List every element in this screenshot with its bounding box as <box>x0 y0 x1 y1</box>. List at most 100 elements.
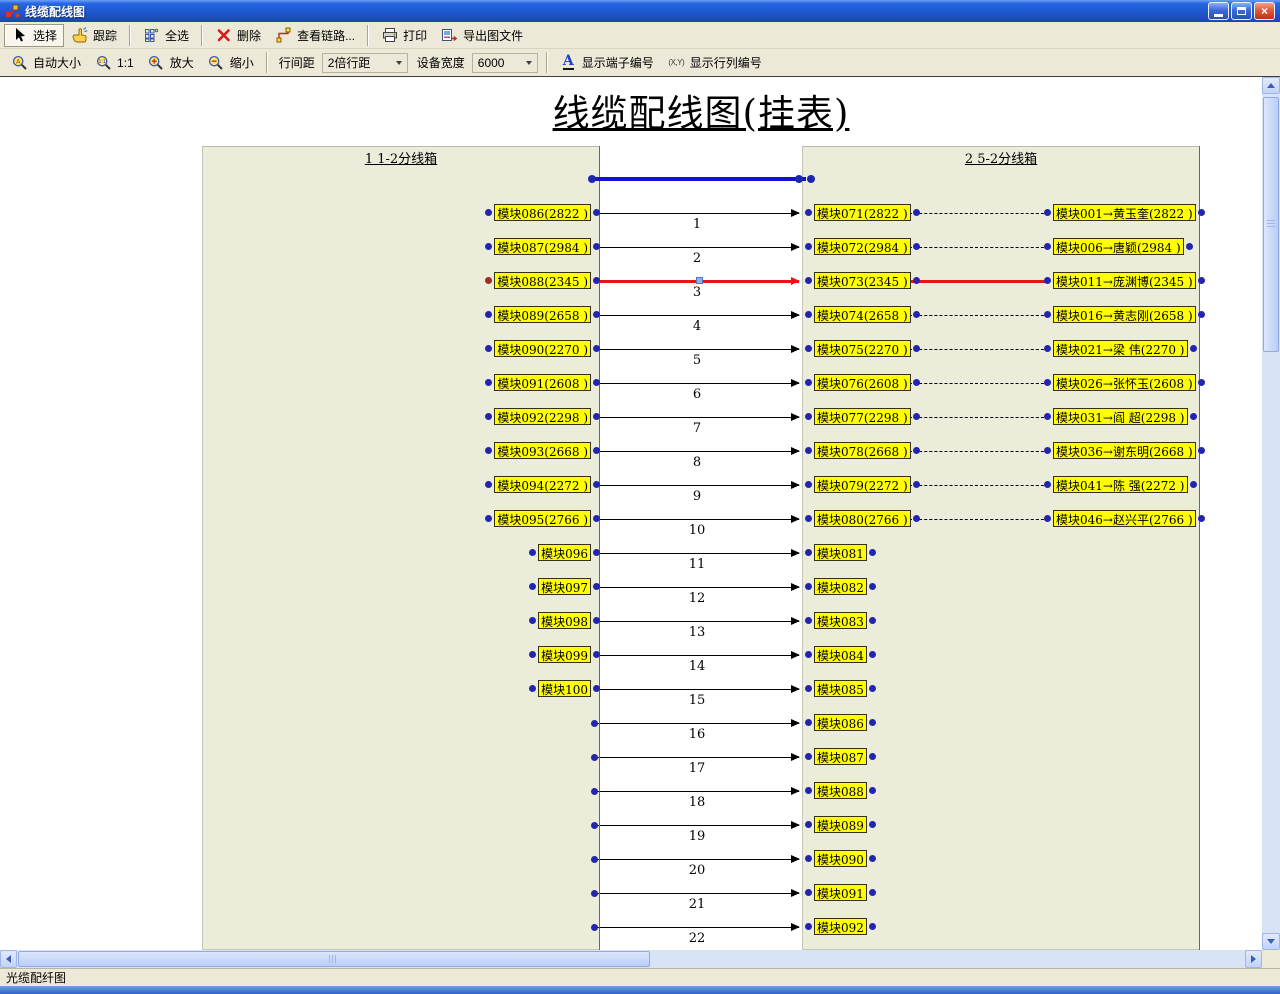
export-image-button[interactable]: 导出图文件 <box>434 24 530 47</box>
far-module-box[interactable]: 模块046→赵兴平(2766 ) <box>1053 510 1196 527</box>
restore-button[interactable] <box>1231 2 1252 20</box>
module-link-line[interactable] <box>909 451 1049 452</box>
chevron-down-icon[interactable] <box>392 54 407 72</box>
module-link-line[interactable] <box>909 315 1049 316</box>
left-module-box[interactable]: 模块089(2658 ) <box>494 306 591 323</box>
wire-line[interactable] <box>595 723 799 724</box>
scroll-up-button[interactable] <box>1262 77 1280 94</box>
module-link-line[interactable] <box>909 383 1049 384</box>
mid-module-box[interactable]: 模块074(2658 ) <box>814 306 911 323</box>
title-bar[interactable]: 线缆配线图 × <box>0 0 1280 22</box>
wire-line[interactable] <box>595 519 799 520</box>
select-button[interactable]: 选择 <box>4 24 64 47</box>
module-link-line[interactable] <box>909 247 1049 248</box>
left-module-box[interactable]: 模块093(2668 ) <box>494 442 591 459</box>
left-module-box[interactable]: 模块091(2608 ) <box>494 374 591 391</box>
wire-line[interactable] <box>595 383 799 384</box>
minimize-button[interactable] <box>1208 2 1229 20</box>
delete-button[interactable]: 删除 <box>208 24 268 47</box>
mid-module-box[interactable]: 模块088 <box>814 782 867 799</box>
mid-module-box[interactable]: 模块091 <box>814 884 867 901</box>
mid-module-box[interactable]: 模块085 <box>814 680 867 697</box>
wire-line[interactable] <box>595 315 799 316</box>
wire-line[interactable] <box>595 655 799 656</box>
far-module-box[interactable]: 模块031→阎 超(2298 ) <box>1053 408 1188 425</box>
wire-line[interactable] <box>595 247 799 248</box>
left-module-box[interactable]: 模块098 <box>538 612 591 629</box>
scroll-right-button[interactable] <box>1245 950 1262 968</box>
left-module-box[interactable]: 模块092(2298 ) <box>494 408 591 425</box>
module-link-line[interactable] <box>909 485 1049 486</box>
wire-line[interactable] <box>595 553 799 554</box>
mid-module-box[interactable]: 模块072(2984 ) <box>814 238 911 255</box>
far-module-box[interactable]: 模块006→唐颖(2984 ) <box>1053 238 1184 255</box>
far-module-box[interactable]: 模块001→黄玉奎(2822 ) <box>1053 204 1196 221</box>
diagram-canvas[interactable]: 线缆配线图(挂表) 1 1-2分线箱 2 5-2分线箱 模块086(2822 )… <box>0 77 1262 950</box>
wire-line[interactable] <box>595 621 799 622</box>
scroll-left-button[interactable] <box>0 950 17 968</box>
module-link-line[interactable] <box>909 349 1049 350</box>
wire-line[interactable] <box>595 451 799 452</box>
module-link-line[interactable] <box>909 417 1049 418</box>
far-module-box[interactable]: 模块021→梁 伟(2270 ) <box>1053 340 1188 357</box>
left-module-box[interactable]: 模块094(2272 ) <box>494 476 591 493</box>
far-module-box[interactable]: 模块026→张怀玉(2608 ) <box>1053 374 1196 391</box>
left-module-box[interactable]: 模块087(2984 ) <box>494 238 591 255</box>
show-rowcol-number-button[interactable]: (X,Y) 显示行列编号 <box>661 51 769 74</box>
far-module-box[interactable]: 模块041→陈 强(2272 ) <box>1053 476 1188 493</box>
selection-handle[interactable] <box>696 277 703 284</box>
track-button[interactable]: 跟踪 <box>64 24 124 47</box>
module-link-line[interactable] <box>909 519 1049 520</box>
left-module-box[interactable]: 模块097 <box>538 578 591 595</box>
far-module-box[interactable]: 模块036→谢东明(2668 ) <box>1053 442 1196 459</box>
left-module-box[interactable]: 模块100 <box>538 680 591 697</box>
far-module-box[interactable]: 模块011→庞渊博(2345 ) <box>1053 272 1196 289</box>
wire-line[interactable] <box>595 757 799 758</box>
device-width-combo[interactable]: 6000 <box>472 53 538 73</box>
mid-module-box[interactable]: 模块086 <box>814 714 867 731</box>
zoom-out-button[interactable]: 缩小 <box>201 51 261 74</box>
left-module-box[interactable]: 模块099 <box>538 646 591 663</box>
mid-module-box[interactable]: 模块071(2822 ) <box>814 204 911 221</box>
mid-module-box[interactable]: 模块075(2270 ) <box>814 340 911 357</box>
row-spacing-combo[interactable]: 2倍行距 <box>322 53 408 73</box>
chevron-down-icon[interactable] <box>522 54 537 72</box>
vertical-scroll-thumb[interactable] <box>1263 97 1279 352</box>
zoom-in-button[interactable]: 放大 <box>141 51 201 74</box>
mid-module-box[interactable]: 模块079(2272 ) <box>814 476 911 493</box>
wire-line[interactable] <box>595 859 799 860</box>
select-all-button[interactable]: 全选 <box>136 24 196 47</box>
wire-line[interactable] <box>595 791 799 792</box>
wire-line[interactable] <box>595 417 799 418</box>
mid-module-box[interactable]: 模块087 <box>814 748 867 765</box>
show-terminal-number-button[interactable]: A 显示端子编号 <box>553 51 661 74</box>
far-module-box[interactable]: 模块016→黄志刚(2658 ) <box>1053 306 1196 323</box>
mid-module-box[interactable]: 模块092 <box>814 918 867 935</box>
wire-line[interactable] <box>595 213 799 214</box>
mid-module-box[interactable]: 模块081 <box>814 544 867 561</box>
trunk-cable-line[interactable] <box>594 177 806 181</box>
module-link-line[interactable] <box>909 213 1049 214</box>
left-module-box[interactable]: 模块095(2766 ) <box>494 510 591 527</box>
mid-module-box[interactable]: 模块076(2608 ) <box>814 374 911 391</box>
wire-line[interactable] <box>595 485 799 486</box>
mid-module-box[interactable]: 模块082 <box>814 578 867 595</box>
wire-line[interactable] <box>595 587 799 588</box>
left-module-box[interactable]: 模块088(2345 ) <box>494 272 591 289</box>
print-button[interactable]: 打印 <box>374 24 434 47</box>
wire-line[interactable] <box>595 927 799 928</box>
mid-module-box[interactable]: 模块089 <box>814 816 867 833</box>
mid-module-box[interactable]: 模块073(2345 ) <box>814 272 911 289</box>
left-module-box[interactable]: 模块090(2270 ) <box>494 340 591 357</box>
mid-module-box[interactable]: 模块090 <box>814 850 867 867</box>
wire-line[interactable] <box>595 689 799 690</box>
module-link-line[interactable] <box>909 280 1049 283</box>
mid-module-box[interactable]: 模块080(2766 ) <box>814 510 911 527</box>
mid-module-box[interactable]: 模块083 <box>814 612 867 629</box>
vertical-scrollbar[interactable] <box>1262 77 1280 950</box>
left-module-box[interactable]: 模块086(2822 ) <box>494 204 591 221</box>
horizontal-scroll-thumb[interactable] <box>18 951 650 967</box>
mid-module-box[interactable]: 模块077(2298 ) <box>814 408 911 425</box>
close-button[interactable]: × <box>1254 2 1275 20</box>
wire-line[interactable] <box>595 825 799 826</box>
